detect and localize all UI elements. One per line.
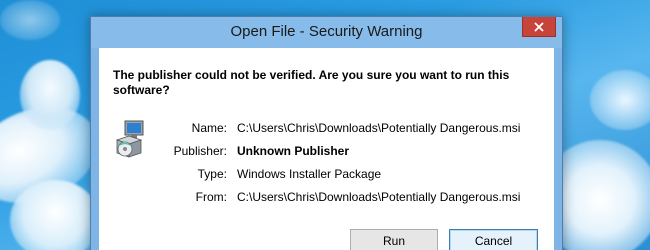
field-label: From: [195, 190, 227, 204]
warning-question: The publisher could not be verified. Are… [113, 68, 510, 97]
publisher-value: Unknown Publisher [237, 144, 350, 158]
field-name-row: Name: C:\Users\Chris\Downloads\Potential… [99, 121, 559, 137]
run-button[interactable]: Run [350, 229, 438, 250]
field-publisher-row: Publisher: Unknown Publisher [99, 144, 559, 160]
close-icon [534, 21, 544, 32]
wallpaper-flower [10, 180, 100, 250]
security-warning-dialog: Open File - Security Warning The publish… [90, 16, 563, 250]
close-button[interactable] [522, 17, 556, 37]
field-type-row: Type: Windows Installer Package [99, 167, 559, 183]
field-value: C:\Users\Chris\Downloads\Potentially Dan… [237, 190, 521, 204]
dialog-body: The publisher could not be verified. Are… [99, 48, 554, 250]
window-title: Open File - Security Warning [230, 23, 423, 40]
title-bar[interactable]: Open File - Security Warning [91, 17, 562, 48]
field-label: Name: [191, 121, 227, 135]
field-value: Windows Installer Package [237, 167, 382, 181]
field-label: Type: [197, 167, 227, 181]
cancel-button[interactable]: Cancel [449, 229, 538, 250]
field-value: C:\Users\Chris\Downloads\Potentially Dan… [237, 121, 521, 135]
wallpaper-flower [20, 60, 80, 130]
field-label: Publisher: [173, 144, 227, 158]
wallpaper-flower [0, 0, 60, 40]
field-from-row: From: C:\Users\Chris\Downloads\Potential… [99, 190, 559, 206]
wallpaper-flower [590, 70, 650, 130]
